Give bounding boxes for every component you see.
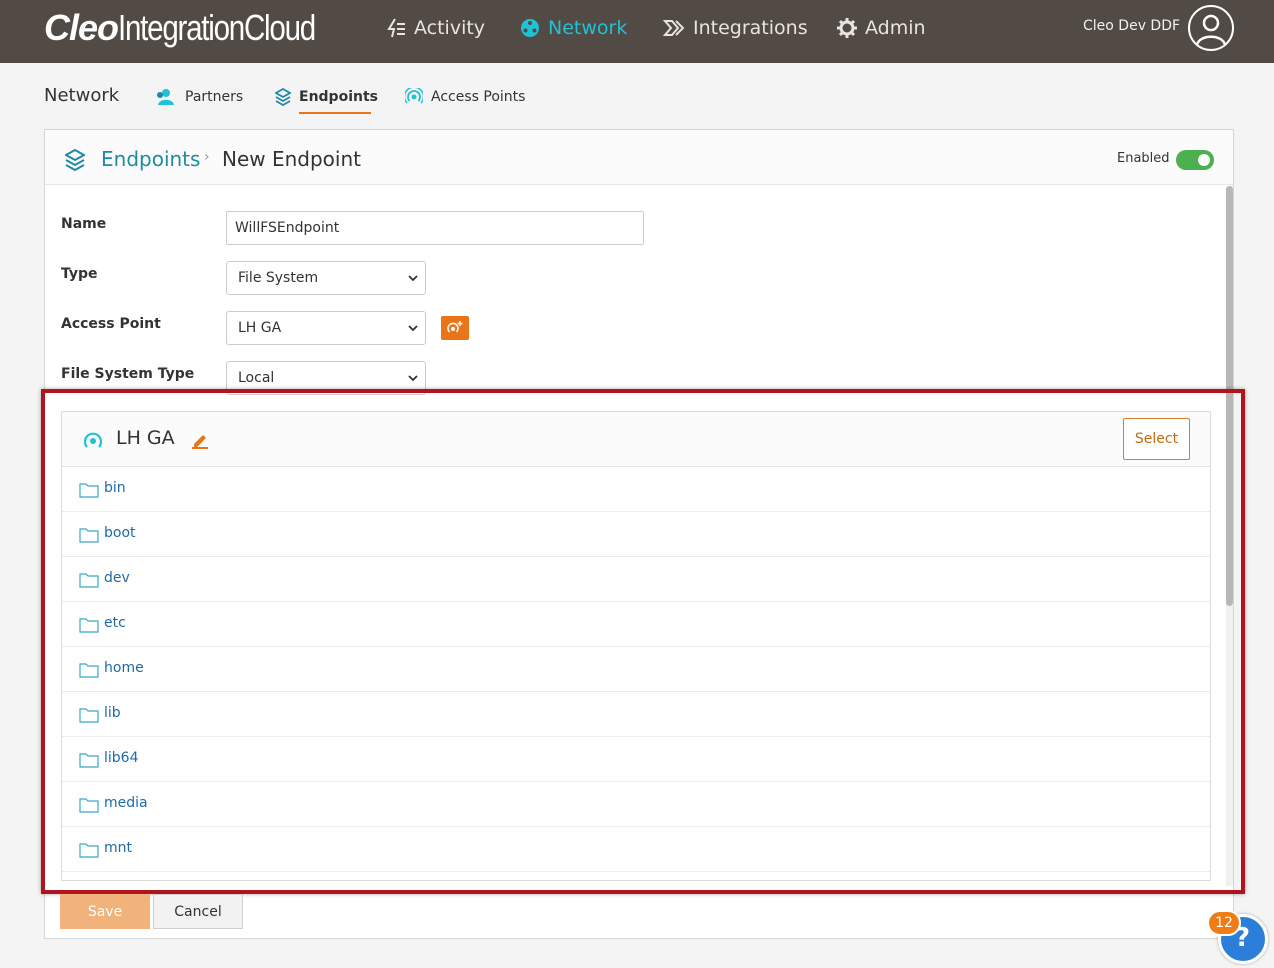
card-header: Endpoints › New Endpoint Enabled <box>45 130 1233 185</box>
nav-activity-label: Activity <box>414 17 486 39</box>
folder-row[interactable]: bin <box>62 467 1210 512</box>
user-name[interactable]: Cleo Dev DDF <box>1083 18 1180 34</box>
scrollbar-thumb[interactable] <box>1226 186 1233 606</box>
fs-type-label: File System Type <box>61 366 195 382</box>
pencil-icon[interactable] <box>190 431 210 449</box>
access-point-select-value: LH GA <box>238 320 282 336</box>
chevron-down-icon <box>408 325 418 332</box>
brand-product: IntegrationCloud <box>118 7 316 48</box>
folder-name: dev <box>104 570 130 586</box>
subnav-title: Network <box>44 85 120 106</box>
brand-logo[interactable]: CleoIntegrationCloud <box>44 10 358 46</box>
top-bar: CleoIntegrationCloud Activity Network In… <box>0 0 1274 63</box>
access-point-select[interactable]: LH GA <box>226 311 426 345</box>
fs-type-select-value: Local <box>238 370 275 386</box>
type-label: Type <box>61 266 98 282</box>
type-select[interactable]: File System <box>226 261 426 295</box>
name-input[interactable] <box>226 211 644 245</box>
toggle-knob <box>1198 154 1210 166</box>
subnav-endpoints[interactable]: Endpoints <box>275 88 378 106</box>
name-label: Name <box>61 216 107 232</box>
activity-icon <box>387 18 405 38</box>
folder-icon <box>79 753 99 768</box>
nav-admin[interactable]: Admin <box>837 14 926 42</box>
folder-icon <box>79 798 99 813</box>
folder-row[interactable]: boot <box>62 512 1210 557</box>
folder-name: bin <box>104 480 126 496</box>
file-browser-header: LH GA Select <box>62 412 1210 467</box>
user-avatar-icon <box>1195 14 1227 46</box>
folder-name: boot <box>104 525 136 541</box>
access-point-add-icon <box>447 321 463 333</box>
file-browser-title: LH GA <box>116 427 175 449</box>
enabled-toggle[interactable] <box>1176 150 1214 170</box>
fs-type-select[interactable]: Local <box>226 361 426 395</box>
network-icon <box>521 19 539 37</box>
file-browser-panel: LH GA Select bin boot dev etc home lib l… <box>61 411 1211 881</box>
chevron-down-icon <box>408 275 418 282</box>
folder-icon <box>79 528 99 543</box>
access-point-icon <box>405 88 423 104</box>
endpoint-card: Endpoints › New Endpoint Enabled Name Ty… <box>44 129 1234 939</box>
subnav-access-points[interactable]: Access Points <box>405 88 525 106</box>
type-select-value: File System <box>238 270 319 286</box>
nav-activity[interactable]: Activity <box>386 14 485 42</box>
nav-admin-label: Admin <box>865 17 926 39</box>
select-button[interactable]: Select <box>1123 418 1190 460</box>
folder-name: lib64 <box>104 750 139 766</box>
subnav-access-points-label: Access Points <box>431 89 526 105</box>
gear-icon <box>837 18 857 38</box>
avatar[interactable] <box>1188 5 1234 51</box>
folder-row[interactable]: mnt <box>62 827 1210 872</box>
folder-icon <box>79 573 99 588</box>
subnav-partners[interactable]: Partners <box>155 88 243 106</box>
help-badge: 12 <box>1207 910 1241 936</box>
folder-row[interactable]: lib <box>62 692 1210 737</box>
access-point-label: Access Point <box>61 316 161 332</box>
active-tab-underline <box>299 112 371 114</box>
folder-name: media <box>104 795 148 811</box>
layers-icon <box>275 88 291 106</box>
folder-name: mnt <box>104 840 132 856</box>
folder-name: home <box>104 660 144 676</box>
partners-icon <box>157 89 174 105</box>
nav-integrations[interactable]: Integrations <box>663 14 808 42</box>
folder-icon <box>79 483 99 498</box>
access-point-icon <box>83 432 103 448</box>
folder-row[interactable]: lib64 <box>62 737 1210 782</box>
integrations-icon <box>663 20 685 36</box>
folder-name: lib <box>104 705 121 721</box>
folder-name: etc <box>104 615 126 631</box>
folder-icon <box>79 618 99 633</box>
folder-icon <box>79 843 99 858</box>
folder-icon <box>79 708 99 723</box>
nav-network[interactable]: Network <box>520 14 627 42</box>
subnav-endpoints-label: Endpoints <box>299 89 378 105</box>
folder-row[interactable]: home <box>62 647 1210 692</box>
page-title: New Endpoint <box>222 147 361 171</box>
folder-row[interactable]: dev <box>62 557 1210 602</box>
chevron-down-icon <box>408 375 418 382</box>
chevron-right-icon: › <box>204 149 210 165</box>
folder-icon <box>79 663 99 678</box>
nav-integrations-label: Integrations <box>693 17 808 39</box>
layers-icon <box>65 149 85 171</box>
enabled-label: Enabled <box>1117 151 1170 166</box>
breadcrumb-endpoints-link[interactable]: Endpoints <box>101 147 200 171</box>
cancel-button[interactable]: Cancel <box>153 894 243 929</box>
subnav-partners-label: Partners <box>185 89 244 105</box>
brand-cleo: Cleo <box>44 7 119 48</box>
folder-row[interactable]: media <box>62 782 1210 827</box>
nav-network-label: Network <box>548 17 628 39</box>
add-access-point-button[interactable] <box>441 316 469 340</box>
folder-row[interactable]: etc <box>62 602 1210 647</box>
save-button[interactable]: Save <box>60 894 150 929</box>
